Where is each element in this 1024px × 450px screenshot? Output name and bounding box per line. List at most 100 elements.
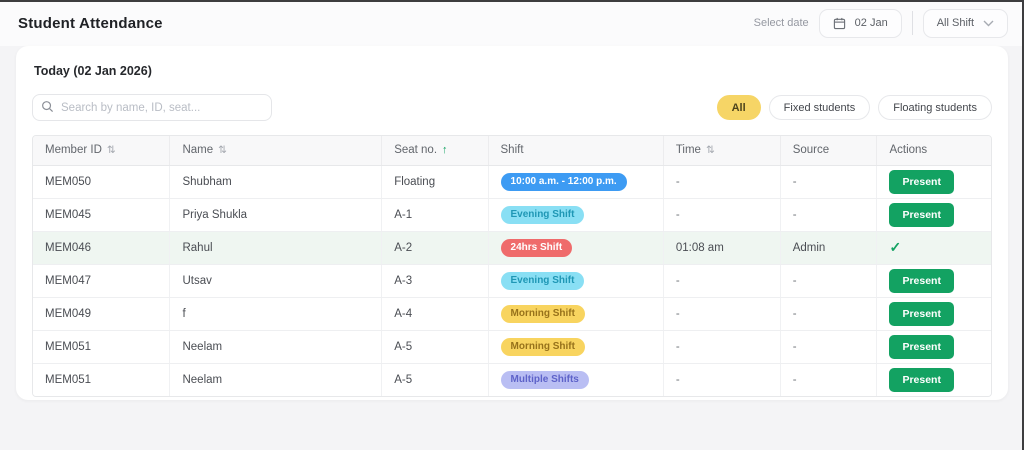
cell-member-id: MEM046 — [33, 231, 171, 265]
cell-seat: A-1 — [381, 198, 489, 232]
cell-actions: Present — [876, 363, 991, 396]
table-row: MEM047 Utsav A-3 Evening Shift - - Present — [33, 264, 991, 298]
cell-name: Utsav — [169, 264, 383, 298]
cell-shift: 10:00 a.m. - 12:00 p.m. — [488, 165, 664, 199]
calendar-icon — [833, 17, 846, 30]
cell-time: - — [663, 297, 781, 331]
filter-chip-fixed-students[interactable]: Fixed students — [768, 95, 871, 120]
column-label: Time — [675, 144, 701, 157]
cell-shift: Evening Shift — [488, 264, 664, 298]
shift-badge: Morning Shift — [500, 337, 585, 356]
attendance-card: Today (02 Jan 2026) All Fixed students Flo… — [16, 46, 1008, 400]
column-header-member-id[interactable]: Member ID ⇅ — [33, 136, 171, 166]
cell-source: - — [780, 264, 878, 298]
present-button[interactable]: Present — [889, 334, 954, 359]
shift-badge: Morning Shift — [500, 304, 585, 323]
cell-source: - — [780, 297, 878, 331]
search-icon — [41, 100, 54, 113]
table-header-row: Member ID ⇅ Name ⇅ Seat no. ↑ Shift Time ⇅ Source… — [33, 136, 991, 166]
column-label: Source — [792, 144, 830, 157]
shift-filter-value: All Shift — [936, 17, 974, 29]
column-header-source: Source — [780, 136, 878, 166]
cell-shift: Morning Shift — [488, 330, 664, 364]
shift-badge: Evening Shift — [500, 205, 585, 224]
cell-seat: A-5 — [381, 330, 489, 364]
cell-time: - — [663, 165, 781, 199]
cell-seat: A-4 — [381, 297, 489, 331]
cell-time: - — [663, 330, 781, 364]
toolbar: All Fixed students Floating students — [32, 94, 992, 121]
page-title: Student Attendance — [18, 14, 163, 32]
cell-seat: A-5 — [381, 363, 489, 396]
cell-source: - — [780, 330, 878, 364]
cell-shift: Multiple Shifts — [488, 363, 664, 396]
chevron-down-icon — [983, 20, 994, 27]
present-button[interactable]: Present — [889, 268, 954, 293]
cell-name: Neelam — [169, 363, 383, 396]
cell-time: - — [663, 264, 781, 298]
present-button[interactable]: Present — [889, 367, 954, 392]
table-row: MEM050 Shubham Floating 10:00 a.m. - 12:00 … — [33, 165, 991, 199]
cell-name: Rahul — [169, 231, 383, 265]
column-header-actions: Actions — [876, 136, 991, 166]
shift-badge: Multiple Shifts — [500, 370, 589, 389]
column-label: Shift — [500, 144, 524, 157]
cell-member-id: MEM049 — [33, 297, 171, 331]
attendance-table: Member ID ⇅ Name ⇅ Seat no. ↑ Shift Time ⇅ Source… — [33, 136, 991, 396]
date-value: 02 Jan — [854, 17, 888, 29]
shift-badge: 10:00 a.m. - 12:00 p.m. — [500, 172, 627, 191]
present-button[interactable]: Present — [889, 301, 954, 326]
present-button[interactable]: Present — [889, 169, 954, 194]
sort-ascending-icon[interactable]: ↑ — [442, 144, 448, 156]
cell-source: - — [780, 198, 878, 232]
cell-source: Admin — [780, 231, 878, 265]
cell-seat: Floating — [381, 165, 489, 199]
cell-time: - — [663, 198, 781, 232]
cell-source: - — [780, 363, 878, 396]
cell-member-id: MEM051 — [33, 363, 171, 396]
shift-badge: Evening Shift — [500, 271, 585, 290]
cell-actions: Present — [876, 330, 991, 364]
cell-shift: 24hrs Shift — [488, 231, 664, 265]
date-picker-button[interactable]: 02 Jan — [818, 8, 902, 38]
filter-chip-floating-students[interactable]: Floating students — [878, 95, 992, 120]
cell-actions: Present — [876, 165, 991, 199]
present-button[interactable]: Present — [889, 202, 954, 227]
cell-name: Priya Shukla — [169, 198, 383, 232]
table-row: MEM051 Neelam A-5 Multiple Shifts - - Present — [33, 363, 991, 396]
shift-filter-dropdown[interactable]: All Shift — [922, 8, 1008, 38]
cell-actions: Present — [876, 297, 991, 331]
cell-name: f — [169, 297, 383, 331]
column-header-time[interactable]: Time ⇅ — [663, 136, 781, 166]
topbar-controls: Select date 02 Jan All Shift — [754, 8, 1008, 38]
search-input-wrapper — [32, 94, 272, 121]
column-header-seat-no-[interactable]: Seat no. ↑ — [381, 136, 489, 166]
shift-badge: 24hrs Shift — [500, 238, 573, 257]
column-label: Seat no. — [394, 144, 438, 157]
cell-member-id: MEM047 — [33, 264, 171, 298]
sort-icon[interactable]: ⇅ — [706, 144, 715, 156]
cell-actions: Present — [876, 198, 991, 232]
cell-member-id: MEM051 — [33, 330, 171, 364]
filter-chip-all[interactable]: All — [716, 95, 761, 120]
table-row: MEM051 Neelam A-5 Morning Shift - - Present — [33, 330, 991, 364]
cell-source: - — [780, 165, 878, 199]
today-label: Today (02 Jan 2026) — [34, 64, 152, 78]
column-header-shift: Shift — [488, 136, 664, 166]
cell-time: 01:08 am — [663, 231, 781, 265]
table-row: MEM045 Priya Shukla A-1 Evening Shift - - Pres… — [33, 198, 991, 232]
sort-icon[interactable]: ⇅ — [218, 144, 227, 156]
cell-member-id: MEM045 — [33, 198, 171, 232]
cell-actions: Present — [876, 264, 991, 298]
table-row: MEM046 Rahul A-2 24hrs Shift 01:08 am Admin ✓ — [33, 231, 991, 265]
table-row: MEM049 f A-4 Morning Shift - - Present — [33, 297, 991, 331]
sort-icon[interactable]: ⇅ — [107, 144, 116, 156]
cell-shift: Evening Shift — [488, 198, 664, 232]
cell-actions: ✓ — [876, 231, 991, 265]
cell-seat: A-3 — [381, 264, 489, 298]
search-input[interactable] — [32, 94, 272, 121]
column-label: Name — [182, 144, 214, 157]
cell-shift: Morning Shift — [488, 297, 664, 331]
column-header-name[interactable]: Name ⇅ — [169, 136, 383, 166]
divider — [911, 11, 913, 35]
